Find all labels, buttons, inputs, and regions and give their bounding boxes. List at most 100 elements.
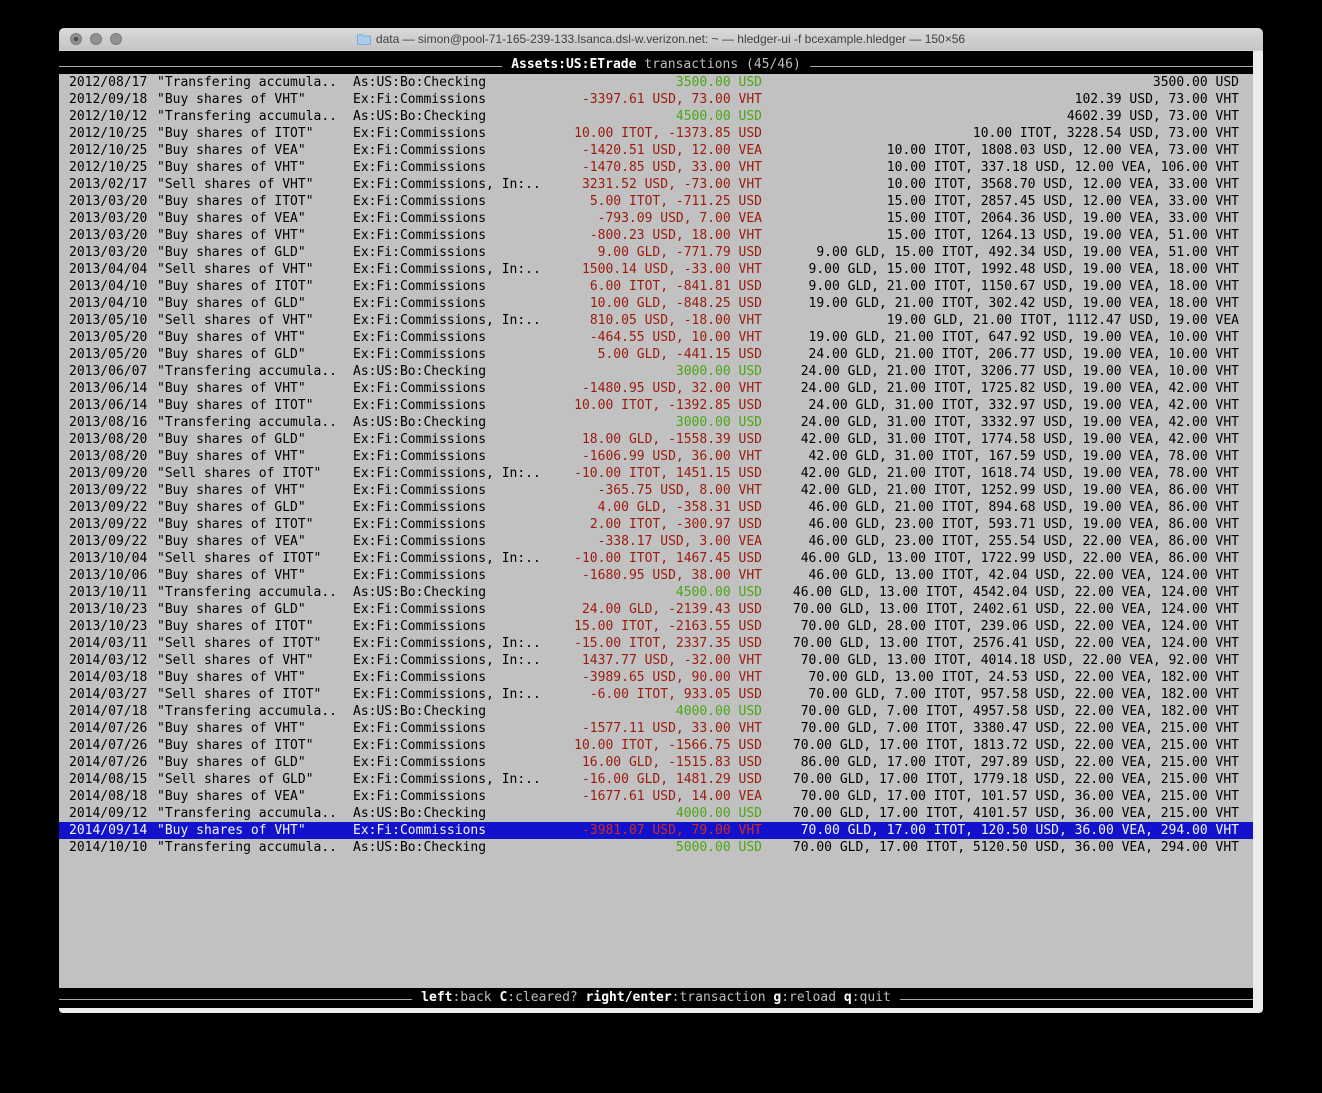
transaction-change-amount: -793.09 USD, 7.00 VEA — [568, 210, 762, 227]
transaction-running-balance: 42.00 GLD, 31.00 ITOT, 1774.58 USD, 19.0… — [762, 431, 1239, 448]
transaction-description: "Buy shares of GLD" — [157, 499, 353, 516]
transaction-change-amount: -800.23 USD, 18.00 VHT — [568, 227, 762, 244]
transaction-row[interactable]: 2014/03/12 "Sell shares of VHT" Ex:Fi:Co… — [59, 652, 1253, 669]
transaction-other-accounts: Ex:Fi:Commissions — [353, 448, 568, 465]
transaction-date: 2014/09/12 — [59, 805, 157, 822]
transaction-change-amount: 10.00 ITOT, -1373.85 USD — [568, 125, 762, 142]
transaction-running-balance: 9.00 GLD, 15.00 ITOT, 1992.48 USD, 19.00… — [762, 261, 1239, 278]
transaction-row[interactable]: 2013/08/20 "Buy shares of GLD" Ex:Fi:Com… — [59, 431, 1253, 448]
transaction-other-accounts: Ex:Fi:Commissions — [353, 601, 568, 618]
title-bar[interactable]: data — simon@pool-71-165-239-133.lsanca.… — [59, 28, 1263, 51]
scrollbar[interactable] — [1253, 51, 1263, 1008]
transaction-row[interactable]: 2013/09/22 "Buy shares of VEA" Ex:Fi:Com… — [59, 533, 1253, 550]
transaction-running-balance: 46.00 GLD, 21.00 ITOT, 894.68 USD, 19.00… — [762, 499, 1239, 516]
transaction-change-amount: 3000.00 USD — [568, 363, 762, 380]
transaction-row[interactable]: 2013/09/22 "Buy shares of ITOT" Ex:Fi:Co… — [59, 516, 1253, 533]
transaction-row[interactable]: 2014/07/18 "Transfering accumula.. As:US… — [59, 703, 1253, 720]
transaction-running-balance: 70.00 GLD, 7.00 ITOT, 4957.58 USD, 22.00… — [762, 703, 1239, 720]
transaction-row[interactable]: 2013/10/23 "Buy shares of GLD" Ex:Fi:Com… — [59, 601, 1253, 618]
transaction-date: 2012/10/25 — [59, 159, 157, 176]
transaction-row[interactable]: 2013/10/23 "Buy shares of ITOT" Ex:Fi:Co… — [59, 618, 1253, 635]
transaction-row[interactable]: 2013/09/20 "Sell shares of ITOT" Ex:Fi:C… — [59, 465, 1253, 482]
transaction-row[interactable]: 2013/05/20 "Buy shares of GLD" Ex:Fi:Com… — [59, 346, 1253, 363]
transaction-other-accounts: Ex:Fi:Commissions — [353, 822, 568, 839]
transaction-row[interactable]: 2013/02/17 "Sell shares of VHT" Ex:Fi:Co… — [59, 176, 1253, 193]
transaction-row[interactable]: 2014/03/11 "Sell shares of ITOT" Ex:Fi:C… — [59, 635, 1253, 652]
transaction-date: 2013/03/20 — [59, 244, 157, 261]
transaction-running-balance: 10.00 ITOT, 3568.70 USD, 12.00 VEA, 33.0… — [762, 176, 1239, 193]
transaction-row[interactable]: 2013/10/06 "Buy shares of VHT" Ex:Fi:Com… — [59, 567, 1253, 584]
transaction-change-amount: -1680.95 USD, 38.00 VHT — [568, 567, 762, 584]
transaction-description: "Buy shares of VHT" — [157, 822, 353, 839]
transaction-row[interactable]: 2014/09/12 "Transfering accumula.. As:US… — [59, 805, 1253, 822]
transaction-row[interactable]: 2014/03/18 "Buy shares of VHT" Ex:Fi:Com… — [59, 669, 1253, 686]
transaction-row[interactable]: 2014/09/14 "Buy shares of VHT" Ex:Fi:Com… — [59, 822, 1253, 839]
transaction-row[interactable]: 2013/03/20 "Buy shares of GLD" Ex:Fi:Com… — [59, 244, 1253, 261]
transaction-row[interactable]: 2013/05/20 "Buy shares of VHT" Ex:Fi:Com… — [59, 329, 1253, 346]
window-title: data — simon@pool-71-165-239-133.lsanca.… — [59, 28, 1263, 50]
transaction-running-balance: 24.00 GLD, 31.00 ITOT, 3332.97 USD, 19.0… — [762, 414, 1239, 431]
transaction-description: "Buy shares of VHT" — [157, 669, 353, 686]
zoom-button[interactable] — [110, 33, 122, 45]
transaction-row[interactable]: 2012/09/18 "Buy shares of VHT" Ex:Fi:Com… — [59, 91, 1253, 108]
transaction-change-amount: -3981.07 USD, 79.00 VHT — [568, 822, 762, 839]
transaction-row[interactable]: 2012/10/25 "Buy shares of VHT" Ex:Fi:Com… — [59, 159, 1253, 176]
tui-footer-bar: left:back C:cleared? right/enter:transac… — [59, 988, 1253, 1008]
transaction-row[interactable]: 2013/09/22 "Buy shares of GLD" Ex:Fi:Com… — [59, 499, 1253, 516]
transaction-row[interactable]: 2014/07/26 "Buy shares of VHT" Ex:Fi:Com… — [59, 720, 1253, 737]
transaction-date: 2013/02/17 — [59, 176, 157, 193]
transaction-row[interactable]: 2013/04/10 "Buy shares of ITOT" Ex:Fi:Co… — [59, 278, 1253, 295]
transaction-row[interactable]: 2014/07/26 "Buy shares of GLD" Ex:Fi:Com… — [59, 754, 1253, 771]
transaction-row[interactable]: 2014/03/27 "Sell shares of ITOT" Ex:Fi:C… — [59, 686, 1253, 703]
transaction-row[interactable]: 2013/03/20 "Buy shares of ITOT" Ex:Fi:Co… — [59, 193, 1253, 210]
transaction-row[interactable]: 2013/10/04 "Sell shares of ITOT" Ex:Fi:C… — [59, 550, 1253, 567]
transaction-row[interactable]: 2013/10/11 "Transfering accumula.. As:US… — [59, 584, 1253, 601]
transaction-row[interactable]: 2012/10/25 "Buy shares of VEA" Ex:Fi:Com… — [59, 142, 1253, 159]
transaction-description: "Buy shares of VEA" — [157, 788, 353, 805]
minimize-button[interactable] — [90, 33, 102, 45]
transaction-row[interactable]: 2014/07/26 "Buy shares of ITOT" Ex:Fi:Co… — [59, 737, 1253, 754]
transaction-running-balance: 24.00 GLD, 31.00 ITOT, 332.97 USD, 19.00… — [762, 397, 1239, 414]
transaction-row[interactable]: 2013/06/14 "Buy shares of ITOT" Ex:Fi:Co… — [59, 397, 1253, 414]
transaction-row[interactable]: 2014/10/10 "Transfering accumula.. As:US… — [59, 839, 1253, 856]
transaction-row[interactable]: 2012/08/17 "Transfering accumula.. As:US… — [59, 74, 1253, 91]
transaction-other-accounts: Ex:Fi:Commissions — [353, 618, 568, 635]
transaction-running-balance: 15.00 ITOT, 2064.36 USD, 19.00 VEA, 33.0… — [762, 210, 1239, 227]
transaction-other-accounts: Ex:Fi:Commissions — [353, 788, 568, 805]
transaction-row[interactable]: 2013/03/20 "Buy shares of VHT" Ex:Fi:Com… — [59, 227, 1253, 244]
transaction-row[interactable]: 2013/09/22 "Buy shares of VHT" Ex:Fi:Com… — [59, 482, 1253, 499]
transaction-row[interactable]: 2013/04/04 "Sell shares of VHT" Ex:Fi:Co… — [59, 261, 1253, 278]
header-suffix: transactions (45/46) — [636, 57, 800, 72]
transaction-row[interactable]: 2012/10/12 "Transfering accumula.. As:US… — [59, 108, 1253, 125]
transaction-row[interactable]: 2013/04/10 "Buy shares of GLD" Ex:Fi:Com… — [59, 295, 1253, 312]
transaction-row[interactable]: 2014/08/18 "Buy shares of VEA" Ex:Fi:Com… — [59, 788, 1253, 805]
transaction-row[interactable]: 2013/03/20 "Buy shares of VEA" Ex:Fi:Com… — [59, 210, 1253, 227]
transaction-date: 2013/04/10 — [59, 278, 157, 295]
transaction-running-balance: 70.00 GLD, 13.00 ITOT, 2576.41 USD, 22.0… — [762, 635, 1239, 652]
transaction-row[interactable]: 2013/08/20 "Buy shares of VHT" Ex:Fi:Com… — [59, 448, 1253, 465]
transaction-row[interactable]: 2013/06/14 "Buy shares of VHT" Ex:Fi:Com… — [59, 380, 1253, 397]
close-button[interactable] — [70, 33, 82, 45]
transaction-running-balance: 70.00 GLD, 13.00 ITOT, 2402.61 USD, 22.0… — [762, 601, 1239, 618]
transaction-description: "Transfering accumula.. — [157, 108, 353, 125]
transaction-description: "Buy shares of VHT" — [157, 329, 353, 346]
transaction-description: "Sell shares of GLD" — [157, 771, 353, 788]
transaction-row[interactable]: 2013/06/07 "Transfering accumula.. As:US… — [59, 363, 1253, 380]
transaction-description: "Buy shares of VEA" — [157, 533, 353, 550]
transaction-other-accounts: Ex:Fi:Commissions — [353, 244, 568, 261]
transaction-row[interactable]: 2013/08/16 "Transfering accumula.. As:US… — [59, 414, 1253, 431]
transaction-description: "Buy shares of ITOT" — [157, 125, 353, 142]
transaction-date: 2013/04/10 — [59, 295, 157, 312]
transaction-date: 2013/06/14 — [59, 397, 157, 414]
transaction-change-amount: -338.17 USD, 3.00 VEA — [568, 533, 762, 550]
transaction-description: "Buy shares of VHT" — [157, 448, 353, 465]
transaction-description: "Buy shares of GLD" — [157, 431, 353, 448]
transaction-change-amount: -1677.61 USD, 14.00 VEA — [568, 788, 762, 805]
transaction-row[interactable]: 2012/10/25 "Buy shares of ITOT" Ex:Fi:Co… — [59, 125, 1253, 142]
transaction-other-accounts: Ex:Fi:Commissions — [353, 567, 568, 584]
transaction-row[interactable]: 2013/05/10 "Sell shares of VHT" Ex:Fi:Co… — [59, 312, 1253, 329]
transaction-change-amount: 4500.00 USD — [568, 584, 762, 601]
transaction-change-amount: 6.00 ITOT, -841.81 USD — [568, 278, 762, 295]
transaction-row[interactable]: 2014/08/15 "Sell shares of GLD" Ex:Fi:Co… — [59, 771, 1253, 788]
transaction-change-amount: 3231.52 USD, -73.00 VHT — [568, 176, 762, 193]
